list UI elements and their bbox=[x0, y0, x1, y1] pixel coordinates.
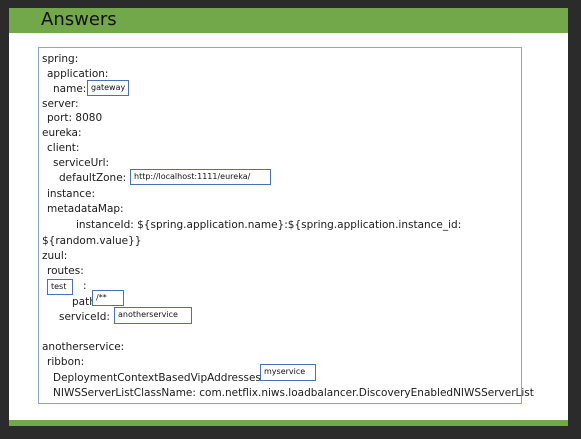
yaml-line-instance: instance: bbox=[47, 188, 96, 200]
yaml-line-routes: routes: bbox=[47, 265, 84, 277]
yaml-line-ribbon: ribbon: bbox=[47, 356, 85, 368]
page-title: Answers bbox=[41, 9, 117, 30]
yaml-line-niws: NIWSServerListClassName: com.netflix.niw… bbox=[53, 387, 534, 399]
answer-path-field: /** bbox=[92, 290, 124, 306]
yaml-line-serviceurl: serviceUrl: bbox=[53, 157, 110, 169]
answer-defaultzone-field: http://localhost:1111/eureka/ bbox=[130, 169, 271, 185]
answer-name-field: gateway bbox=[87, 80, 129, 96]
slide: Answers spring: application: name: gatew… bbox=[9, 8, 568, 426]
yaml-line-serviceid: serviceId: bbox=[59, 311, 110, 323]
yaml-config-box: spring: application: name: gateway serve… bbox=[38, 47, 534, 404]
yaml-line-defaultzone: defaultZone: bbox=[59, 172, 127, 184]
yaml-line-client: client: bbox=[47, 142, 80, 154]
bottom-bar bbox=[9, 420, 568, 426]
yaml-line-metadatamap: metadataMap: bbox=[47, 203, 124, 215]
answer-serviceid-field: anotherservice bbox=[114, 307, 192, 324]
yaml-line-dcbva: DeploymentContextBasedVipAddresses: bbox=[53, 372, 265, 384]
yaml-line-spring: spring: bbox=[42, 53, 79, 65]
yaml-line-random-value: ${random.value}} bbox=[42, 235, 142, 247]
yaml-line-eureka: eureka: bbox=[42, 127, 82, 139]
answer-vip-field: myservice bbox=[260, 364, 316, 381]
yaml-line-server: server: bbox=[42, 98, 79, 110]
answer-route-field: test bbox=[47, 279, 73, 295]
yaml-line-route-colon: : bbox=[83, 280, 87, 292]
yaml-line-instanceid: instanceId: ${spring.application.name}:$… bbox=[76, 219, 462, 231]
title-bar: Answers bbox=[9, 8, 568, 33]
yaml-line-zuul: zuul: bbox=[42, 250, 68, 262]
yaml-line-port: port: 8080 bbox=[47, 112, 103, 124]
yaml-line-anotherservice: anotherservice: bbox=[42, 341, 125, 353]
yaml-line-name: name: bbox=[53, 83, 87, 95]
